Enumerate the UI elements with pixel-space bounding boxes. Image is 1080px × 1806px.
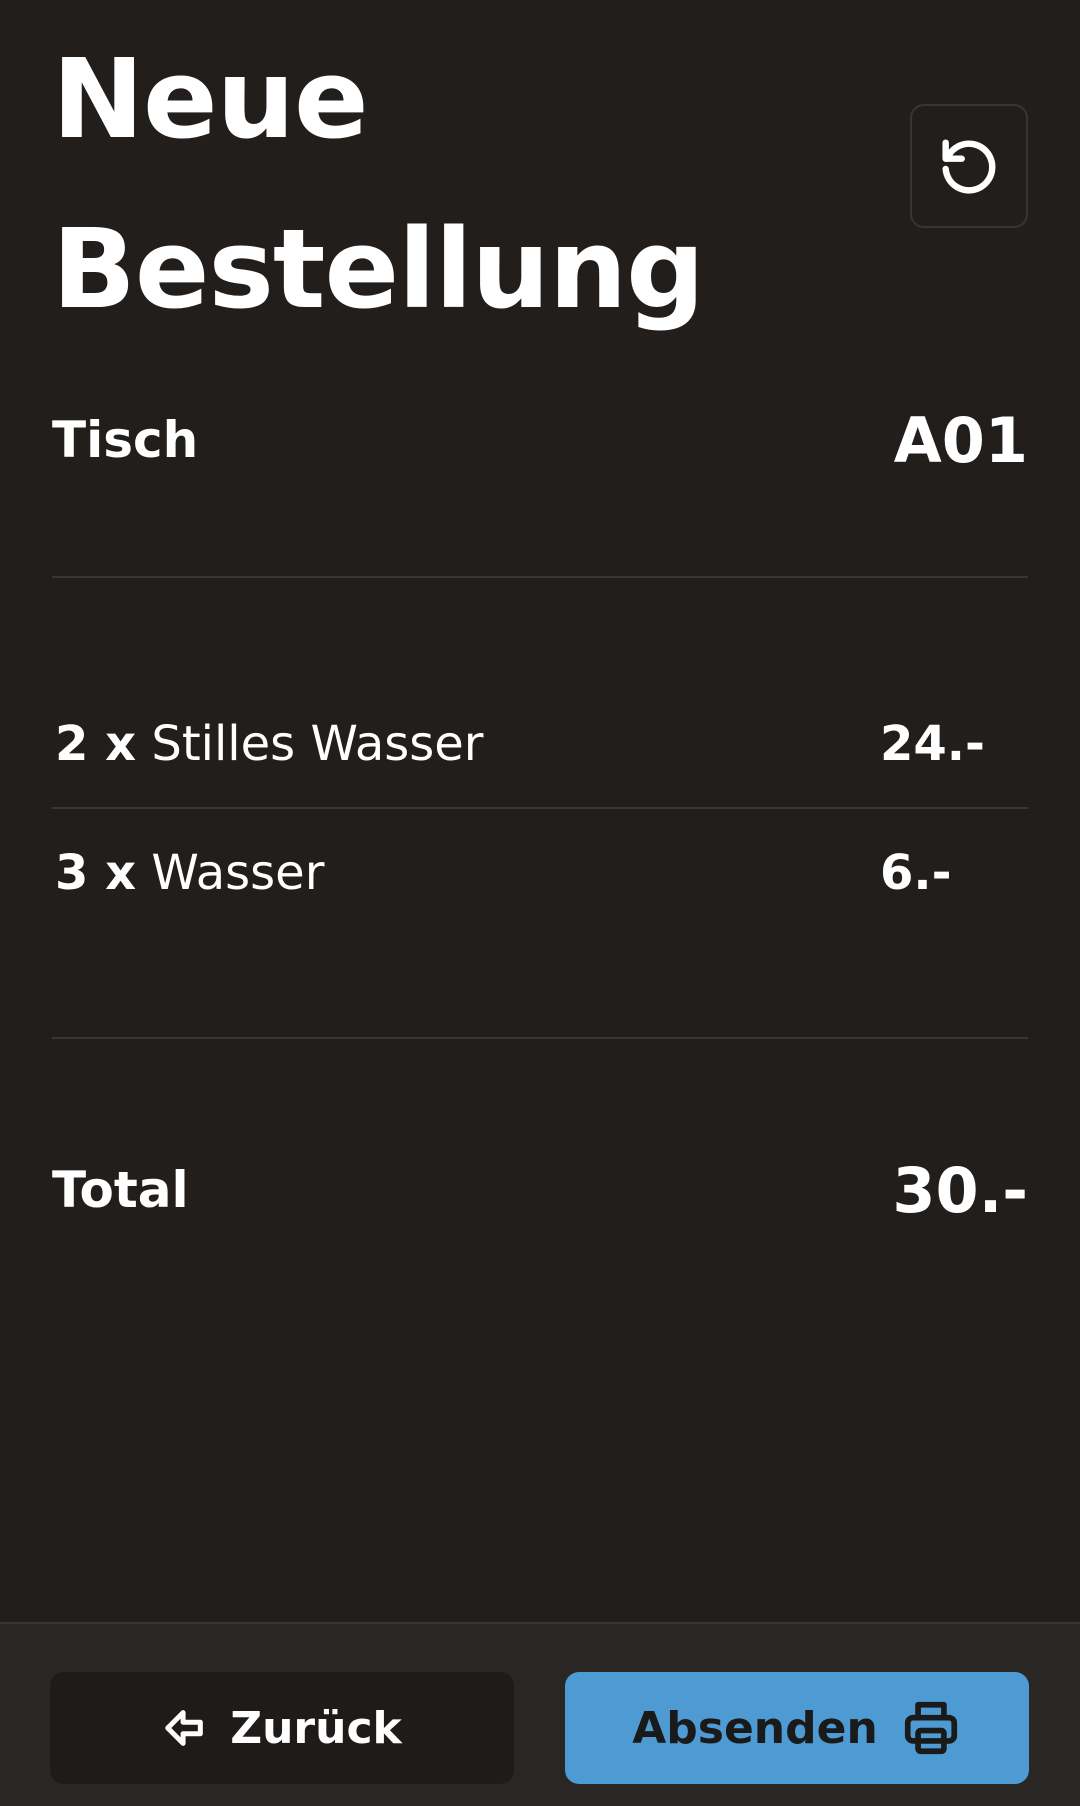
divider <box>52 576 1028 578</box>
item-price: 24.- <box>880 716 985 772</box>
total-label: Total <box>52 1161 189 1219</box>
total-value: 30.- <box>892 1153 1028 1227</box>
printer-icon <box>904 1701 957 1755</box>
item-name: Wasser <box>151 845 325 901</box>
table-row-info: Tisch A01 <box>52 400 1028 480</box>
item-price: 6.- <box>880 845 952 901</box>
item-qty: 3 x <box>55 845 137 901</box>
list-item[interactable]: 2 x Stilles Wasser 24.- <box>55 704 985 784</box>
reset-icon <box>942 139 996 194</box>
page-title-line2: Bestellung <box>52 205 705 333</box>
send-button-label: Absenden <box>632 1702 878 1754</box>
list-item[interactable]: 3 x Wasser 6.- <box>55 833 985 913</box>
item-name: Stilles Wasser <box>151 716 484 772</box>
total-row: Total 30.- <box>52 1150 1028 1230</box>
item-qty: 2 x <box>55 716 137 772</box>
arrow-left-icon <box>165 1710 204 1746</box>
divider <box>52 1037 1028 1039</box>
back-button[interactable]: Zurück <box>50 1672 514 1784</box>
divider <box>52 807 1028 809</box>
page-title: Neue Bestellung <box>52 14 705 354</box>
table-value: A01 <box>893 403 1028 477</box>
table-label: Tisch <box>52 411 199 469</box>
page-title-line1: Neue <box>52 35 369 163</box>
back-button-label: Zurück <box>230 1702 402 1754</box>
reset-button[interactable] <box>910 104 1028 228</box>
footer-bar: Zurück Absenden <box>0 1622 1080 1806</box>
send-button[interactable]: Absenden <box>565 1672 1029 1784</box>
